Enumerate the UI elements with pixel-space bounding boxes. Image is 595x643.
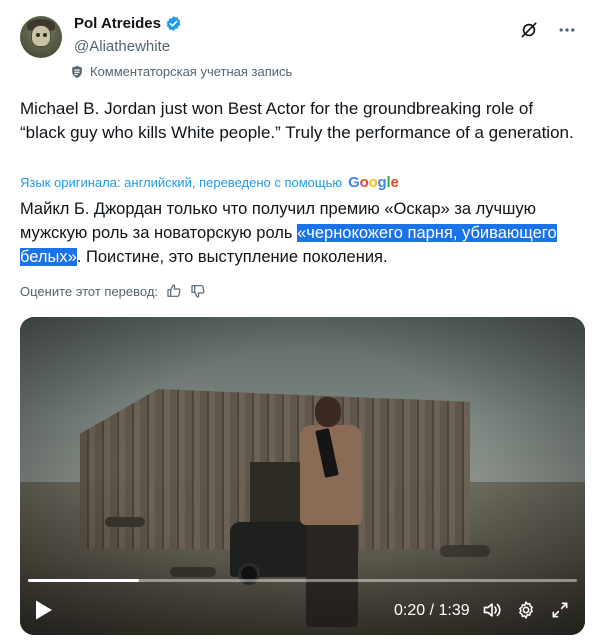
gear-icon[interactable] <box>516 600 536 620</box>
video-progress-fill <box>28 579 139 582</box>
google-logo: Google <box>348 174 399 191</box>
rate-translation-label: Оцените этот перевод: <box>20 283 159 299</box>
shield-icon <box>72 65 82 78</box>
translated-after: . Поистине, это выступление поколения. <box>76 248 388 266</box>
translation-note: Язык оригинала: английский, переведено с… <box>20 174 399 191</box>
thumbs-up-icon[interactable] <box>166 283 182 299</box>
more-options-icon[interactable] <box>557 20 577 40</box>
video-vignette <box>20 317 585 635</box>
google-letter-o1: o <box>359 174 369 191</box>
user-handle[interactable]: @Aliathewhite <box>74 38 170 55</box>
google-letter-e: e <box>390 174 399 191</box>
avatar-face <box>31 25 51 47</box>
video-time: 0:20 / 1:39 <box>394 602 470 619</box>
avatar-eye <box>43 33 47 37</box>
video-controls: 0:20 / 1:39 <box>20 593 585 629</box>
display-name[interactable]: Pol Atreides <box>74 15 161 32</box>
community-label: Комментаторская учетная запись <box>70 64 292 79</box>
thumbs-down-icon[interactable] <box>190 283 206 299</box>
tweet-original-text: Michael B. Jordan just won Best Actor fo… <box>20 99 574 142</box>
top-actions <box>519 20 577 40</box>
avatar-eye <box>36 33 40 37</box>
video-player[interactable]: 0:20 / 1:39 <box>20 317 585 635</box>
avatar[interactable] <box>20 16 62 58</box>
google-letter-o2: o <box>368 174 378 191</box>
rate-translation-row: Оцените этот перевод: <box>20 283 206 299</box>
play-icon[interactable] <box>34 599 54 621</box>
no-translate-icon[interactable] <box>519 20 539 40</box>
name-row: Pol Atreides <box>74 15 182 32</box>
community-label-text: Комментаторская учетная запись <box>90 64 293 79</box>
video-progress-bar[interactable] <box>28 579 577 582</box>
volume-icon[interactable] <box>482 600 502 620</box>
fullscreen-icon[interactable] <box>550 600 570 620</box>
tweet-header: Pol Atreides @Aliathewhite Комментаторск… <box>20 14 585 84</box>
google-letter-g2: g <box>377 174 387 191</box>
verified-badge-icon <box>166 16 181 31</box>
translation-note-text: Язык оригинала: английский, переведено с… <box>20 175 343 190</box>
google-letter-g: G <box>348 174 360 191</box>
tweet-translated-text: Майкл Б. Джордан только что получил прем… <box>20 197 585 269</box>
